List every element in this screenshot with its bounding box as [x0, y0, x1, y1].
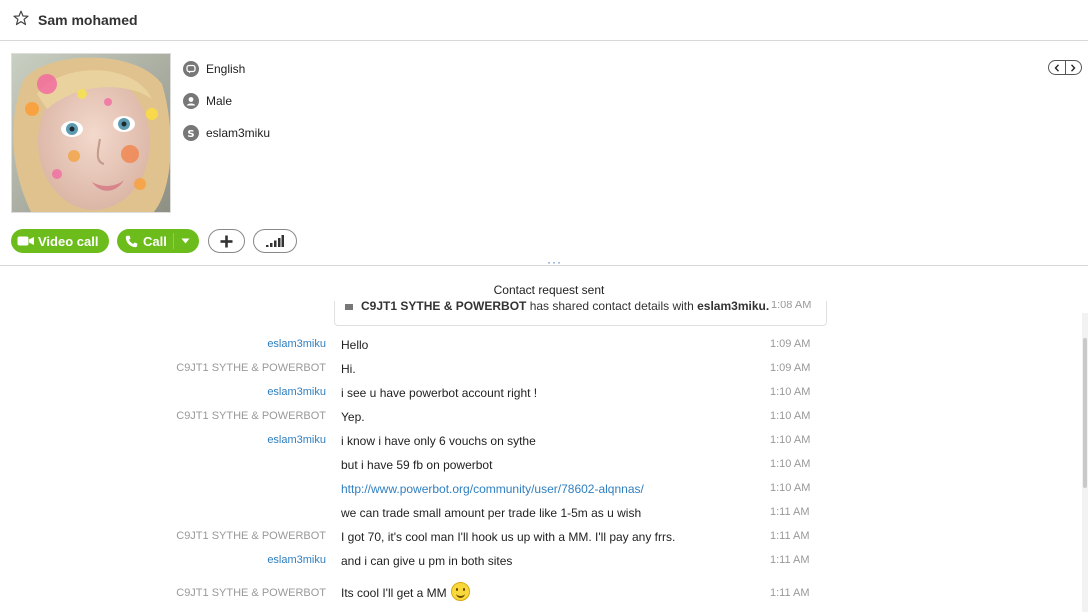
- message-time: 1:10 AM: [770, 482, 811, 494]
- language-row: English: [183, 60, 245, 78]
- message-text: Its cool I'll get a MM: [341, 586, 447, 600]
- video-call-button[interactable]: Video call: [11, 229, 109, 253]
- message-sender[interactable]: eslam3miku: [267, 386, 326, 398]
- message-text: i see u have powerbot account right !: [341, 386, 538, 400]
- message-time: 1:10 AM: [770, 458, 811, 470]
- gender-label: Male: [206, 94, 233, 108]
- message-row: eslam3miku i know i have only 6 vouchs o…: [0, 434, 1088, 454]
- notice-sender: C9JT1 SYTHE & POWERBOT: [361, 301, 527, 313]
- svg-text:S: S: [187, 129, 194, 140]
- message-time: 1:09 AM: [770, 338, 811, 350]
- call-label: Call: [143, 233, 167, 249]
- message-row: but i have 59 fb on powerbot 1:10 AM: [0, 458, 1088, 478]
- smiley-emoji-icon: [450, 582, 470, 601]
- message-time: 1:11 AM: [770, 554, 810, 566]
- message-row: C9JT1 SYTHE & POWERBOT Its cool I'll get…: [0, 582, 1088, 607]
- caret-down-icon[interactable]: [181, 238, 190, 244]
- gender-row: Male: [183, 92, 232, 110]
- notice-icon: [345, 303, 353, 310]
- video-camera-icon: [17, 236, 34, 246]
- message-row: we can trade small amount per trade like…: [0, 506, 1088, 526]
- avatar-image: [12, 54, 170, 212]
- notice-time: 1:08 AM: [771, 301, 812, 311]
- speech-bubble-icon: [183, 61, 199, 77]
- plus-icon: [220, 235, 233, 247]
- message-sender[interactable]: C9JT1 SYTHE & POWERBOT: [176, 530, 326, 542]
- contact-request-status: Contact request sent: [493, 283, 605, 297]
- message-row: eslam3miku Hello 1:09 AM: [0, 338, 1088, 358]
- message-sender[interactable]: eslam3miku: [267, 338, 326, 350]
- message-time: 1:11 AM: [770, 587, 810, 599]
- chat-scrollbar-thumb[interactable]: [1083, 338, 1087, 488]
- message-sender[interactable]: C9JT1 SYTHE & POWERBOT: [176, 587, 326, 599]
- message-time: 1:11 AM: [770, 506, 810, 518]
- message-text: we can trade small amount per trade like…: [341, 506, 642, 520]
- message-sender[interactable]: C9JT1 SYTHE & POWERBOT: [176, 410, 326, 422]
- shared-contact-notice: C9JT1 SYTHE & POWERBOT has shared contac…: [334, 301, 827, 326]
- signal-bars-icon: [266, 235, 284, 247]
- contact-header: Sam mohamed: [0, 0, 1088, 41]
- previous-button[interactable]: [1049, 61, 1066, 74]
- add-button[interactable]: [208, 229, 245, 253]
- message-link[interactable]: http://www.powerbot.org/community/user/7…: [341, 482, 644, 496]
- call-quality-button[interactable]: [253, 229, 297, 253]
- chevron-left-icon: [1054, 63, 1059, 72]
- message-text: Hello: [341, 338, 369, 352]
- message-time: 1:11 AM: [770, 530, 810, 542]
- call-button-divider: [173, 233, 174, 249]
- video-call-label: Video call: [38, 233, 99, 249]
- message-text: Yep.: [341, 410, 365, 424]
- message-text: and i can give u pm in both sites: [341, 554, 513, 568]
- message-sender[interactable]: eslam3miku: [267, 434, 326, 446]
- skype-name-label: eslam3miku: [206, 126, 271, 140]
- message-row: eslam3miku and i can give u pm in both s…: [0, 554, 1088, 574]
- notice-middle: has shared contact details with: [526, 301, 698, 313]
- message-text: Hi.: [341, 362, 356, 376]
- message-text: but i have 59 fb on powerbot: [341, 458, 493, 472]
- person-icon: [183, 93, 199, 109]
- shared-contact-text: C9JT1 SYTHE & POWERBOT has shared contac…: [345, 301, 769, 313]
- message-time: 1:10 AM: [770, 386, 811, 398]
- message-text: i know i have only 6 vouchs on sythe: [341, 434, 536, 448]
- skype-icon: S: [183, 125, 199, 141]
- message-time: 1:10 AM: [770, 434, 811, 446]
- favorite-star-icon[interactable]: [13, 10, 29, 26]
- message-row: http://www.powerbot.org/community/user/7…: [0, 482, 1088, 502]
- phone-icon: [125, 235, 138, 247]
- next-button[interactable]: [1066, 61, 1082, 74]
- message-time: 1:10 AM: [770, 410, 811, 422]
- divider: [0, 265, 1088, 266]
- message-sender[interactable]: eslam3miku: [267, 554, 326, 566]
- message-text: I got 70, it's cool man I'll hook us up …: [341, 530, 676, 544]
- notice-target: eslam3miku.: [697, 301, 770, 313]
- contact-avatar[interactable]: [11, 53, 171, 213]
- message-row: C9JT1 SYTHE & POWERBOT I got 70, it's co…: [0, 530, 1088, 550]
- message-time: 1:09 AM: [770, 362, 811, 374]
- resize-handle[interactable]: ···: [547, 256, 562, 268]
- message-row: C9JT1 SYTHE & POWERBOT Yep. 1:10 AM: [0, 410, 1088, 430]
- message-row: C9JT1 SYTHE & POWERBOT Hi. 1:09 AM: [0, 362, 1088, 382]
- language-label: English: [206, 62, 246, 76]
- message-row: eslam3miku i see u have powerbot account…: [0, 386, 1088, 406]
- call-button[interactable]: Call: [117, 229, 199, 253]
- chevron-right-icon: [1071, 63, 1076, 72]
- contact-name: Sam mohamed: [38, 12, 138, 28]
- skype-name-row: S eslam3miku: [183, 124, 270, 142]
- profile-nav: [1048, 60, 1082, 75]
- message-text-with-emoji: Its cool I'll get a MM: [341, 582, 470, 601]
- message-sender[interactable]: C9JT1 SYTHE & POWERBOT: [176, 362, 326, 374]
